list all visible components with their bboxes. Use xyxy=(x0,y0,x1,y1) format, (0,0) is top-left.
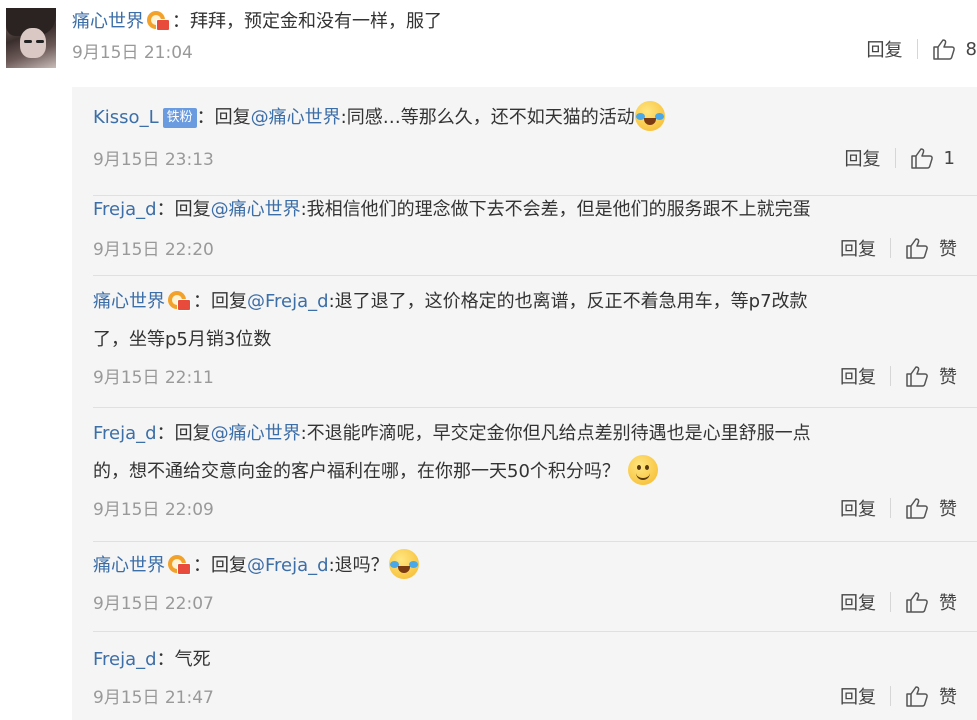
divider xyxy=(890,592,891,612)
fan-badge: 铁粉 xyxy=(162,108,197,128)
reply-button[interactable]: 回复 xyxy=(840,495,876,521)
thumbs-up-icon xyxy=(906,592,928,613)
username-link[interactable]: Kisso_L xyxy=(93,107,159,128)
like-button[interactable]: 8 xyxy=(932,38,977,60)
reply-date: 9月15日 23:13 xyxy=(93,150,214,170)
like-button[interactable]: 赞 xyxy=(905,495,957,521)
thumbs-up-icon xyxy=(932,39,955,60)
reply-date: 9月15日 22:07 xyxy=(93,594,214,614)
list-item: Freja_d：回复@痛心世界:我相信他们的理念做下去不会差，但是他们的服务跟不… xyxy=(93,191,977,276)
username-link[interactable]: Freja_d xyxy=(93,649,157,670)
reply-text: :不退能咋滴呢，早交定金你但凡给点差别待遇也是心里舒服一点 xyxy=(300,423,811,444)
like-count: 8 xyxy=(965,38,977,60)
vip-badge-icon xyxy=(167,553,191,575)
reply-text: :同感…等那么久，还不如天猫的活动 xyxy=(340,107,635,128)
reply-date: 9月15日 22:11 xyxy=(93,368,214,388)
comment-text: ：拜拜，预定金和没有一样，服了 xyxy=(172,11,442,32)
reply-button[interactable]: 回复 xyxy=(867,36,903,62)
like-count: 1 xyxy=(943,147,955,169)
like-label: 赞 xyxy=(939,239,957,260)
like-label: 赞 xyxy=(939,687,957,708)
like-button[interactable]: 赞 xyxy=(905,235,957,261)
username-link[interactable]: 痛心世界 xyxy=(93,555,165,576)
laugh-cry-emoji-icon xyxy=(388,549,419,579)
reply-text-continued: 的，想不通给交意向金的客户福利在哪，在你那一天50个积分吗？ xyxy=(93,461,620,482)
divider xyxy=(890,686,891,706)
comment-date: 9月15日 21:04 xyxy=(72,43,193,63)
thumbs-up-icon xyxy=(906,366,928,387)
list-item: Freja_d：回复@痛心世界:不退能咋滴呢，早交定金你但凡给点差别待遇也是心里… xyxy=(93,415,977,542)
avatar[interactable] xyxy=(6,8,56,68)
divider xyxy=(93,407,977,408)
smile-emoji-icon xyxy=(627,455,658,485)
reply-text: :退了退了，这价格定的也离谱，反正不着急用车，等p7改款 xyxy=(328,291,808,312)
mention-link[interactable]: @痛心世界 xyxy=(251,107,341,128)
reply-date: 9月15日 22:09 xyxy=(93,500,214,520)
like-button[interactable]: 赞 xyxy=(905,589,957,615)
reply-button[interactable]: 回复 xyxy=(840,363,876,389)
list-item: Kisso_L 铁粉 ：回复@痛心世界:同感…等那么久，还不如天猫的活动 9月15日… xyxy=(93,99,977,196)
divider xyxy=(890,366,891,386)
vip-badge-icon xyxy=(167,289,191,311)
reply-text-continued: 了，坐等p5月销3位数 xyxy=(93,329,272,350)
comment-actions: 回复 8 xyxy=(867,36,977,62)
username-link[interactable]: 痛心世界 xyxy=(72,11,144,32)
thumbs-up-icon xyxy=(906,686,928,707)
like-button[interactable]: 1 xyxy=(910,147,955,169)
thumbs-up-icon xyxy=(906,238,928,259)
like-button[interactable]: 赞 xyxy=(905,363,957,389)
divider xyxy=(93,541,977,542)
divider xyxy=(890,498,891,518)
reply-date: 9月15日 21:47 xyxy=(93,688,214,708)
reply-button[interactable]: 回复 xyxy=(840,235,876,261)
reply-button[interactable]: 回复 xyxy=(840,589,876,615)
like-label: 赞 xyxy=(939,367,957,388)
mention-link[interactable]: @痛心世界 xyxy=(211,423,301,444)
top-comment: 痛心世界 ：拜拜，预定金和没有一样，服了 9月15日 21:04 回复 8 xyxy=(72,8,977,76)
mention-link[interactable]: @Freja_d xyxy=(247,291,329,312)
mention-link[interactable]: @Freja_d xyxy=(247,555,329,576)
laugh-cry-emoji-icon xyxy=(634,101,665,131)
list-item: 痛心世界 ：回复@Freja_d:退吗？ 9月15日 22:07 回复 赞 xyxy=(93,547,977,632)
list-item: Freja_d：气死 9月15日 21:47 回复 赞 xyxy=(93,649,957,709)
reply-thread: Kisso_L 铁粉 ：回复@痛心世界:同感…等那么久，还不如天猫的活动 9月15日… xyxy=(72,87,977,720)
reply-date: 9月15日 22:20 xyxy=(93,240,214,260)
reply-text: :我相信他们的理念做下去不会差，但是他们的服务跟不上就完蛋 xyxy=(300,199,811,220)
like-label: 赞 xyxy=(939,593,957,614)
like-label: 赞 xyxy=(939,499,957,520)
like-button[interactable]: 赞 xyxy=(905,683,957,709)
divider xyxy=(93,275,977,276)
reply-button[interactable]: 回复 xyxy=(840,683,876,709)
vip-badge-icon xyxy=(146,9,170,31)
divider xyxy=(93,631,977,632)
divider xyxy=(894,148,896,168)
reply-text: :退吗？ xyxy=(328,555,389,576)
list-item: 痛心世界 ：回复@Freja_d:退了退了，这价格定的也离谱，反正不着急用车，等p… xyxy=(93,283,977,408)
divider xyxy=(916,39,918,59)
reply-button[interactable]: 回复 xyxy=(845,145,881,171)
mention-link[interactable]: @痛心世界 xyxy=(211,199,301,220)
username-link[interactable]: 痛心世界 xyxy=(93,291,165,312)
divider xyxy=(890,238,891,258)
reply-text: 气死 xyxy=(174,649,211,670)
username-link[interactable]: Freja_d xyxy=(93,423,157,444)
thumbs-up-icon xyxy=(906,498,928,519)
thumbs-up-icon xyxy=(910,148,933,169)
username-link[interactable]: Freja_d xyxy=(93,199,157,220)
